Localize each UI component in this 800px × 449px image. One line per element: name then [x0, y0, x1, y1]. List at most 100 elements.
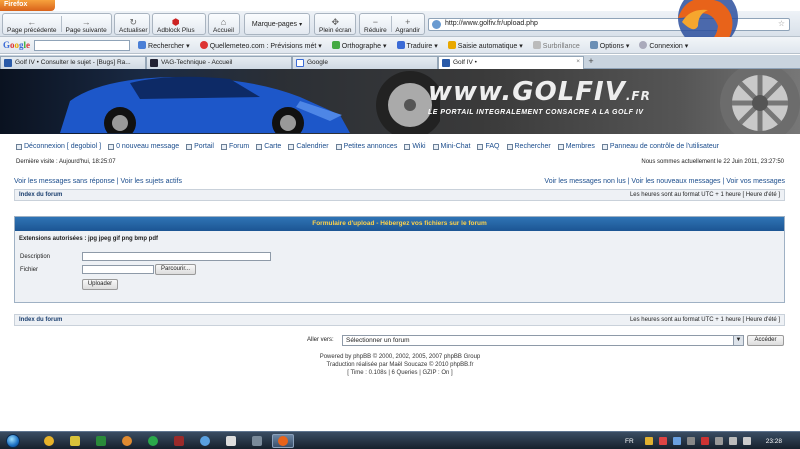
zoom-out-button[interactable]: − Réduire — [360, 14, 391, 35]
search-link[interactable]: Rechercher — [506, 143, 551, 150]
golfiv-favicon-icon — [442, 59, 450, 67]
wiki-link[interactable]: Wiki — [404, 143, 426, 150]
bookmarks-button[interactable]: Marque-pages ▾ — [244, 13, 310, 35]
tray-icon[interactable] — [658, 437, 667, 445]
taskbar-app[interactable] — [38, 434, 60, 448]
wheel-image — [376, 71, 440, 134]
file-label: Fichier — [20, 267, 39, 273]
back-button[interactable]: ← Page précédente — [3, 14, 61, 35]
tab-google[interactable]: Google — [292, 56, 438, 69]
language-indicator[interactable]: FR — [625, 438, 634, 445]
bookmark-star-icon[interactable]: ☆ — [778, 19, 785, 28]
fullscreen-button[interactable]: ✥ Plein écran — [314, 13, 356, 35]
taskbar-app[interactable] — [246, 434, 268, 448]
last-visit-text: Dernière visite : Aujourd'hui, 18:25:07 — [16, 159, 116, 165]
network-icon[interactable] — [728, 437, 737, 445]
breadcrumb: Index du forum Les heures sont au format… — [14, 189, 785, 201]
description-input[interactable] — [82, 252, 271, 261]
taskbar-app[interactable] — [194, 434, 216, 448]
control-panel-link[interactable]: Panneau de contrôle de l'utilisateur — [601, 143, 719, 150]
taskbar-app[interactable] — [142, 434, 164, 448]
allowed-extensions: Extensions autorisées : jpg jpeg gif png… — [19, 236, 159, 242]
upload-form: Formulaire d'upload - Hébergez vos fichi… — [14, 216, 785, 303]
signin-button[interactable]: Connexion ▾ — [639, 40, 688, 50]
unanswered-active-links[interactable]: Voir les messages sans réponse | Voir le… — [14, 178, 182, 185]
tab-golf-upload[interactable]: Golf IV • × — [438, 56, 584, 69]
adblock-button[interactable]: ⬢ Adblock Plus — [152, 13, 206, 35]
tab-bar: Golf IV • Consulter le sujet - [Bugs] Ra… — [0, 55, 800, 69]
quellemeteo-button[interactable]: Quellemeteo.com : Prévisions mét ▾ — [199, 40, 322, 50]
logout-link[interactable]: Déconnexion [ degobiol ] — [16, 143, 101, 150]
classifieds-link[interactable]: Petites annonces — [335, 143, 397, 150]
tray-icon[interactable] — [686, 437, 695, 445]
tab-golf-topic[interactable]: Golf IV • Consulter le sujet - [Bugs] Ra… — [0, 56, 146, 69]
options-button[interactable]: Options ▾ — [589, 40, 629, 50]
forum-index-link[interactable]: Index du forum — [19, 192, 62, 198]
taskbar-app[interactable] — [272, 433, 294, 448]
zoom-in-button[interactable]: + Agrandir — [391, 14, 424, 35]
unread-new-own-links[interactable]: Voir les messages non lus | Voir les nou… — [544, 178, 785, 185]
taskbar-app[interactable] — [116, 434, 138, 448]
google-search-input[interactable] — [34, 39, 131, 51]
upload-button[interactable]: Uploader — [82, 279, 118, 290]
google-search-button[interactable]: Rechercher ▾ — [138, 40, 190, 50]
forum-link[interactable]: Forum — [220, 143, 249, 150]
spellcheck-icon — [331, 40, 340, 49]
taskbar-app[interactable] — [220, 434, 242, 448]
calendar-link[interactable]: Calendrier — [288, 143, 329, 150]
powered-by-text: Powered by phpBB © 2000, 2002, 2005, 200… — [319, 354, 481, 360]
vag-favicon-icon — [150, 59, 158, 67]
wheel-image — [720, 69, 800, 134]
minichat-link[interactable]: Mini-Chat — [432, 143, 470, 150]
browse-button[interactable]: Parcourir... — [155, 264, 196, 275]
ads-icon — [335, 143, 342, 150]
portal-link[interactable]: Portail — [186, 143, 214, 150]
taskbar-app[interactable] — [90, 434, 112, 448]
taskbar-app[interactable] — [168, 434, 190, 448]
new-tab-button[interactable]: + — [584, 56, 598, 69]
shield-icon — [70, 435, 80, 446]
adblock-icon: ⬢ — [171, 17, 180, 27]
reload-button[interactable]: ↻ Actualiser — [114, 13, 150, 35]
chat-app-icon — [148, 435, 158, 446]
firefox-menu-button[interactable]: Firefox — [0, 0, 55, 11]
site-logo: www.GOLFIV.FR — [428, 77, 651, 107]
forum-jump-select[interactable]: Sélectionner un forum ▼ — [342, 335, 744, 346]
taskbar-app[interactable] — [64, 434, 86, 448]
dragon-icon — [174, 435, 184, 446]
members-icon — [557, 143, 564, 150]
spellcheck-button[interactable]: Orthographe ▾ — [331, 40, 387, 50]
tab-vag-technique[interactable]: VAG-Technique - Accueil — [146, 56, 292, 69]
document-icon — [226, 435, 236, 446]
home-button[interactable]: ⌂ Accueil — [208, 13, 240, 35]
page-footer: Powered by phpBB © 2000, 2002, 2005, 200… — [0, 353, 800, 377]
highlight-icon — [532, 40, 541, 49]
close-tab-icon[interactable]: × — [576, 58, 580, 65]
highlight-button[interactable]: Surbrillance — [532, 40, 580, 50]
tray-icon[interactable] — [714, 437, 723, 445]
firefox-icon — [278, 435, 288, 446]
map-link[interactable]: Carte — [256, 143, 281, 150]
forward-button[interactable]: → Page suivante — [62, 14, 111, 35]
file-input[interactable] — [82, 265, 154, 274]
site-tagline: LE PORTAIL INTEGRALEMENT CONSACRE A LA G… — [428, 109, 644, 116]
tray-icon[interactable] — [644, 437, 653, 445]
tray-icon[interactable] — [700, 437, 709, 445]
google-toolbar: Google Rechercher ▾ Quellemeteo.com : Pr… — [0, 37, 800, 54]
fullscreen-icon: ✥ — [331, 17, 340, 27]
forum-page: Déconnexion [ degobiol ] 0 nouveau messa… — [0, 134, 800, 431]
forum-index-link[interactable]: Index du forum — [19, 317, 62, 323]
autofill-button[interactable]: Saisie automatique ▾ — [447, 40, 523, 50]
description-label: Description — [20, 254, 51, 260]
new-messages-link[interactable]: 0 nouveau message — [108, 143, 179, 150]
faq-link[interactable]: FAQ — [477, 143, 500, 150]
tray-icon[interactable] — [672, 437, 681, 445]
back-forward-group: ← Page précédente → Page suivante — [2, 13, 112, 35]
clock[interactable]: 23:28 — [766, 438, 782, 445]
translate-button[interactable]: Traduire ▾ — [396, 40, 438, 50]
members-link[interactable]: Membres — [557, 143, 595, 150]
volume-icon[interactable] — [742, 437, 751, 445]
goto-button[interactable]: Accéder — [747, 335, 784, 346]
current-time-text: Nous sommes actuellement le 22 Juin 2011… — [641, 159, 784, 165]
start-button[interactable] — [0, 432, 26, 449]
